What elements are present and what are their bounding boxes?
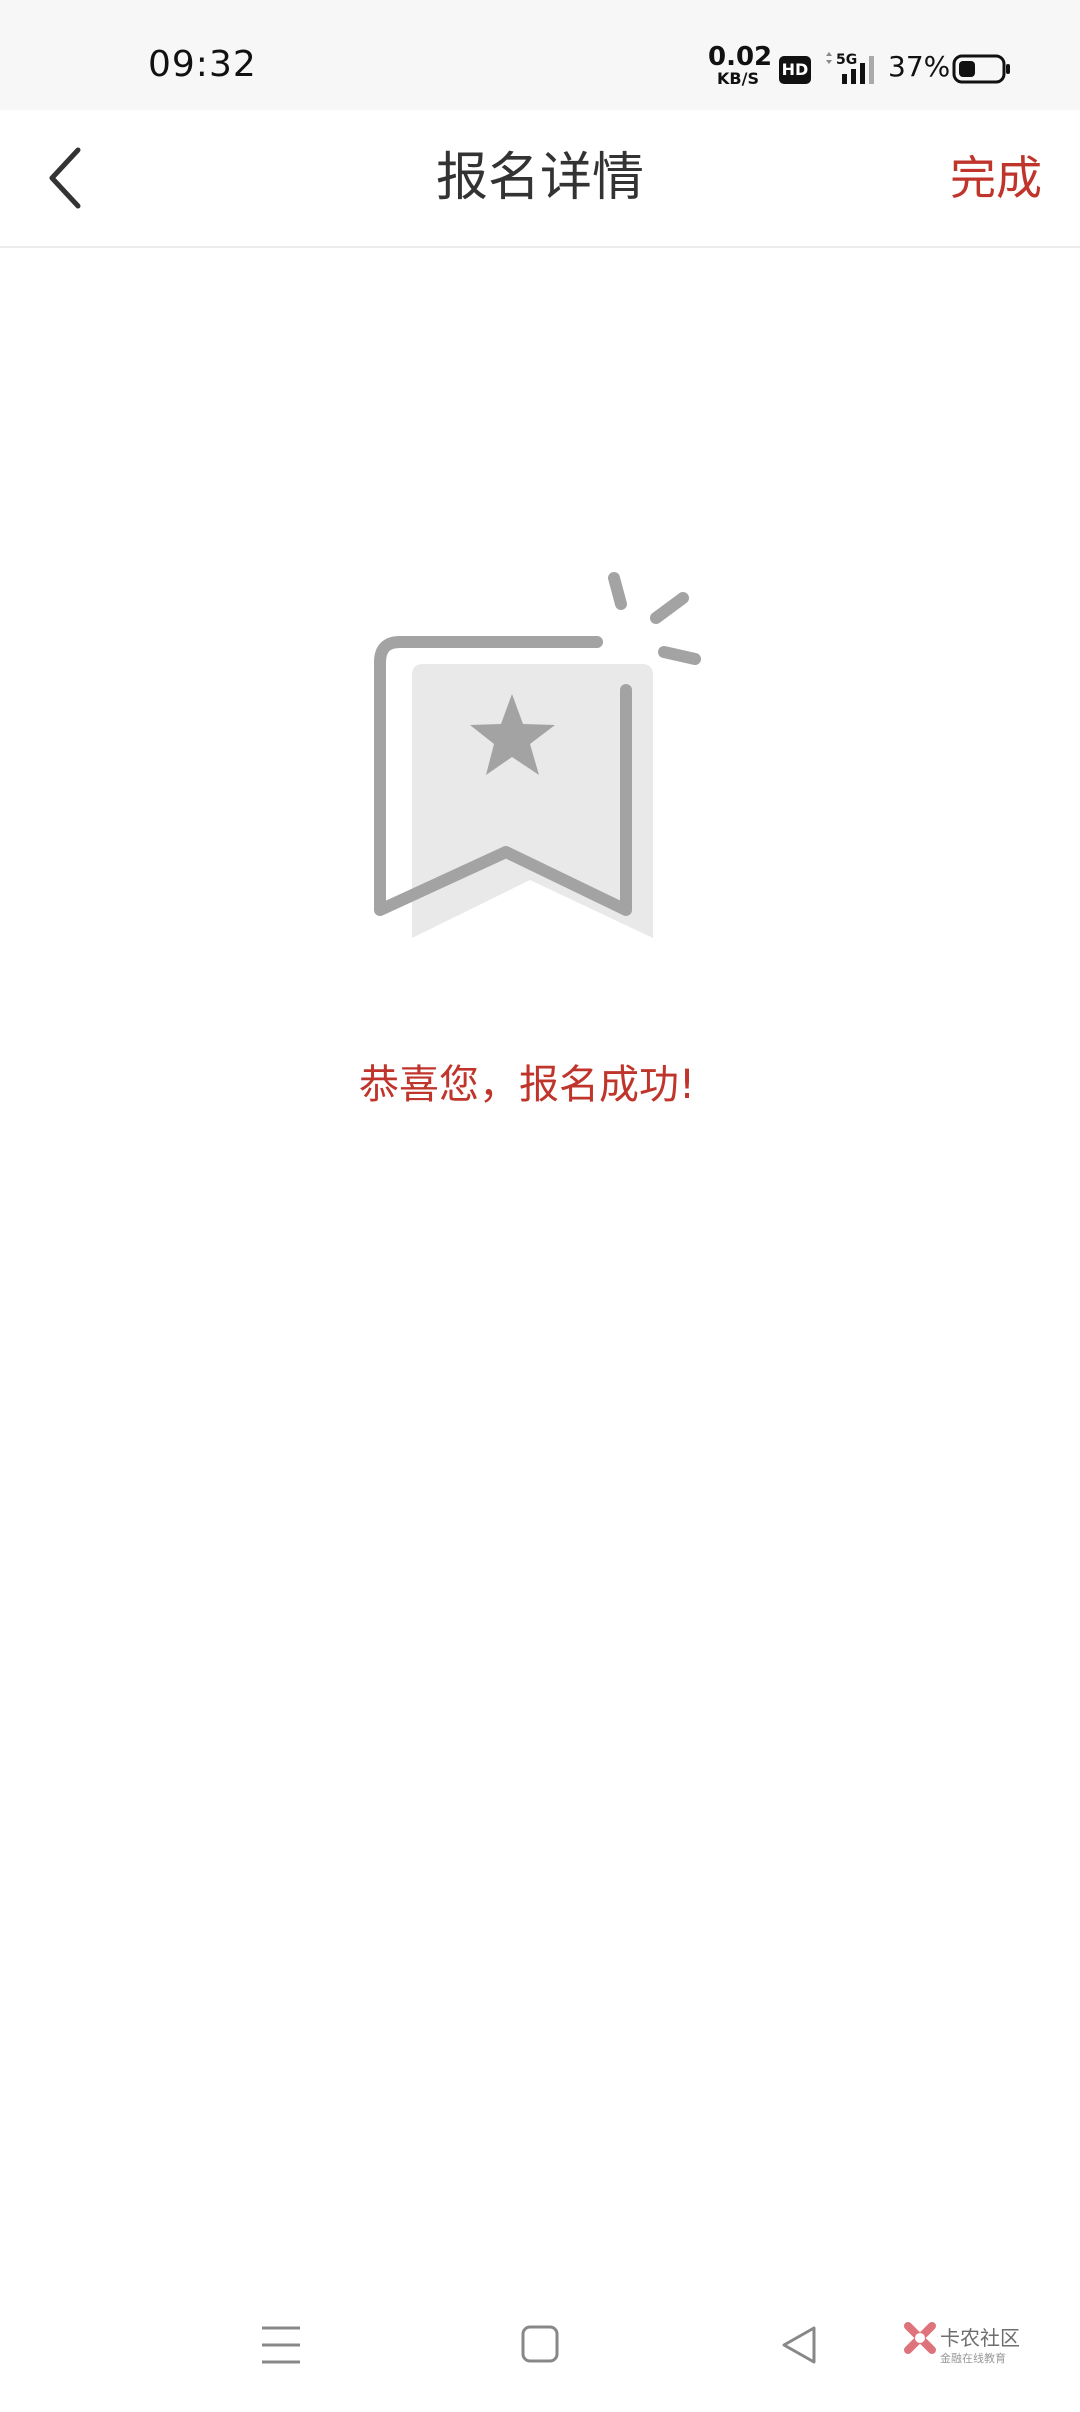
nav-menu-button[interactable] — [258, 2320, 304, 2370]
done-button[interactable]: 完成 — [950, 142, 1042, 214]
watermark-emblem-icon — [904, 2322, 936, 2354]
triangle-back-icon — [782, 2326, 816, 2364]
nav-home-button[interactable] — [518, 2320, 564, 2370]
bookmark-star-icon — [370, 560, 710, 960]
square-home-icon — [521, 2325, 559, 2363]
app-header: 报名详情 完成 — [0, 110, 1080, 248]
network-speed-unit: KB/S — [717, 69, 759, 88]
status-bar: 09:32 0.02 KB/S HD 5G 37% — [0, 0, 1080, 110]
success-message: 恭喜您，报名成功! — [358, 1062, 696, 1108]
status-time: 09:32 — [148, 44, 257, 85]
network-speed: 0.02 KB/S — [708, 42, 773, 88]
watermark-tagline: 金融在线教育 — [940, 2352, 1006, 2365]
menu-icon — [262, 2326, 300, 2364]
page-title: 报名详情 — [435, 148, 644, 208]
watermark-logo: 卡农社区 金融在线教育 — [902, 2320, 1022, 2374]
battery-icon — [952, 54, 1012, 84]
registration-success-screen: 09:32 0.02 KB/S HD 5G 37% 报名详情 完成 恭喜您，报名… — [0, 0, 1080, 2412]
hd-badge: HD — [779, 56, 811, 84]
network-type-label: 5G — [836, 52, 857, 68]
network-speed-value: 0.02 — [708, 42, 773, 72]
watermark-name: 卡农社区 — [940, 2326, 1020, 2350]
signal-icon: 5G — [822, 50, 882, 86]
nav-back-button[interactable] — [776, 2320, 822, 2370]
battery-percent: 37% — [888, 50, 951, 83]
